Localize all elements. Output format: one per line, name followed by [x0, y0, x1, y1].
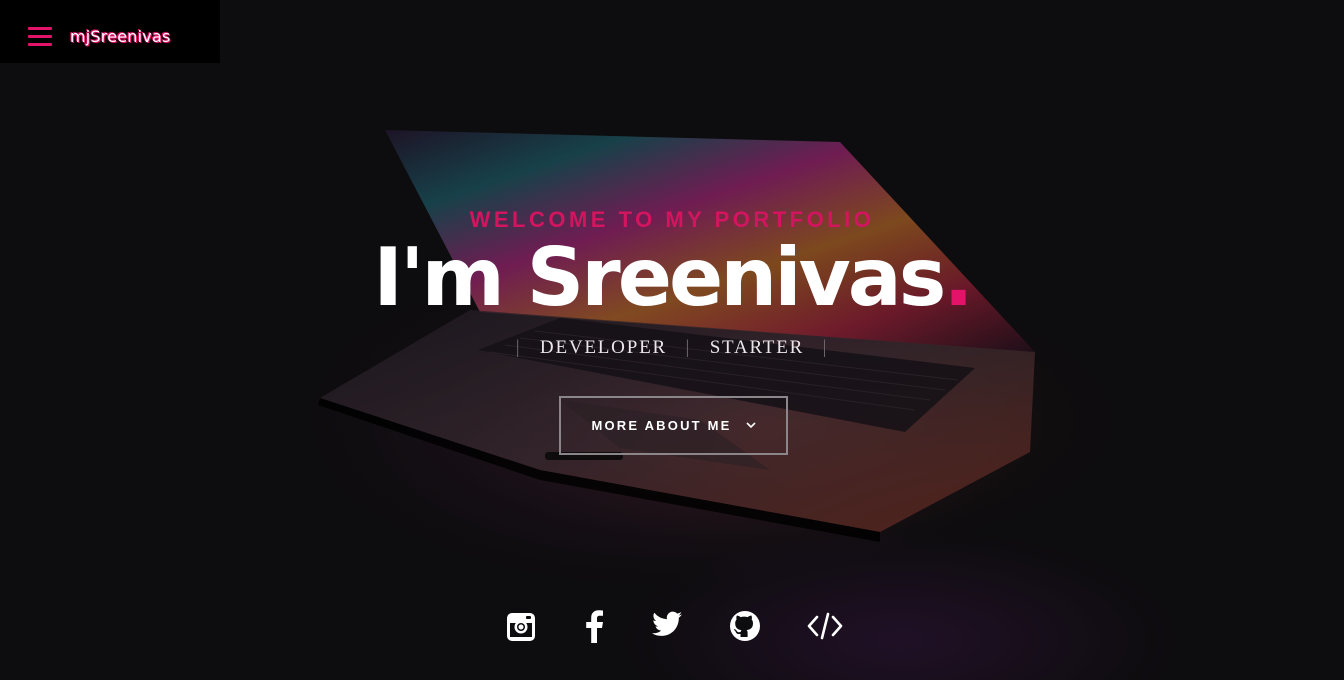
instagram-icon[interactable]: [505, 610, 537, 646]
hero-headline: I'm Sreenivas.: [0, 228, 1344, 328]
role-starter: STARTER: [709, 337, 805, 358]
role-separator: |: [685, 337, 692, 358]
role-separator: |: [515, 337, 522, 358]
role-developer: DEVELOPER: [539, 337, 667, 358]
more-about-me-label: MORE ABOUT ME: [591, 418, 732, 433]
github-icon[interactable]: [729, 610, 761, 646]
role-separator: |: [822, 337, 829, 358]
chevron-down-icon: [745, 417, 756, 432]
more-about-me-button[interactable]: MORE ABOUT ME: [559, 396, 788, 455]
headline-dot: .: [943, 231, 973, 324]
hero-content: WELCOME TO MY PORTFOLIO I'm Sreenivas. |…: [0, 0, 1344, 680]
roles-line: | DEVELOPER | STARTER |: [0, 337, 1344, 359]
code-icon[interactable]: [806, 610, 844, 646]
facebook-icon[interactable]: [583, 610, 605, 646]
twitter-icon[interactable]: [651, 610, 683, 646]
headline-text: I'm Sreenivas: [373, 231, 946, 324]
hero-section: mjSreenivas WELCOME TO MY PORTFOLIO I'm …: [0, 0, 1344, 680]
